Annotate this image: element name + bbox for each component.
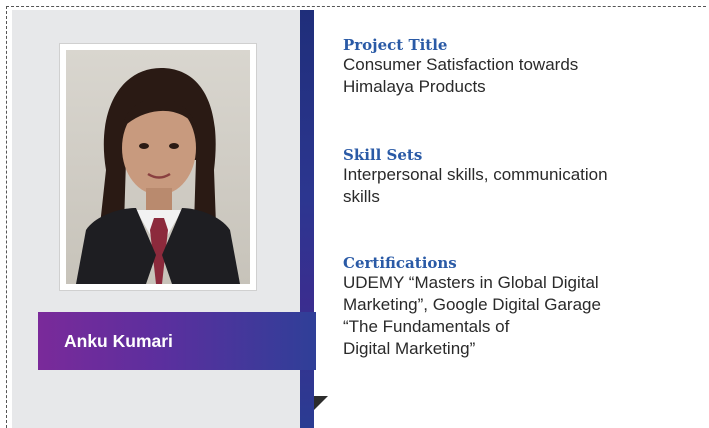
section-heading: Project Title [343,36,448,54]
skill-sets-section: Skill Sets Interpersonal skills, communi… [343,146,703,208]
section-line: Marketing”, Google Digital Garage [343,295,601,314]
section-line: Himalaya Products [343,77,486,96]
section-line: skills [343,187,380,206]
profile-photo [66,50,250,284]
certifications-section: Certifications UDEMY “Masters in Global … [343,254,703,360]
dashed-border-top [6,6,706,7]
section-line: Consumer Satisfaction towards [343,55,579,74]
dashed-border-left [6,6,7,428]
section-line: “The Fundamentals of [343,317,510,336]
section-line: Interpersonal skills, communication [343,165,608,184]
project-title-section: Project Title Consumer Satisfaction towa… [343,36,703,98]
section-heading: Skill Sets [343,146,423,164]
student-name: Anku Kumari [64,330,173,351]
photo-frame [60,44,256,290]
section-line: UDEMY “Masters in Global Digital [343,273,599,292]
section-line: Digital Marketing” [343,339,476,358]
name-banner: Anku Kumari [38,312,316,370]
banner-fold [314,396,328,410]
section-heading: Certifications [343,254,457,272]
profile-card: Anku Kumari Project Title Consumer Satis… [0,0,709,428]
